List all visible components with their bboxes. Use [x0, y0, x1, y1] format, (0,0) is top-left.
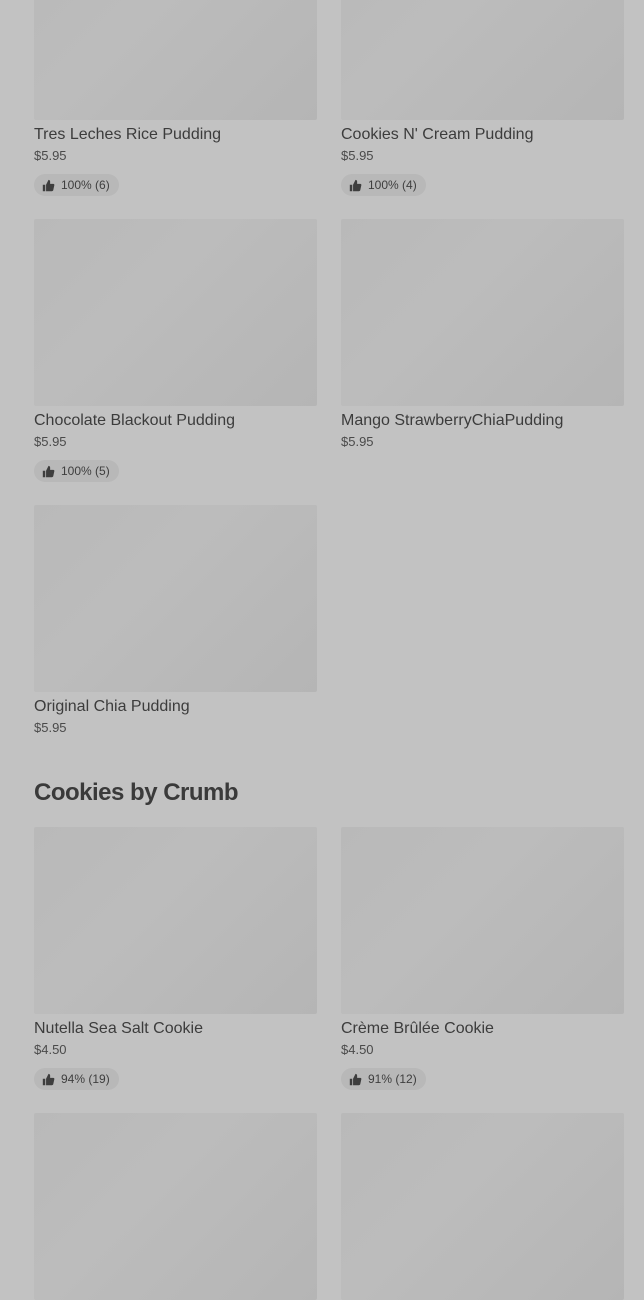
item-image [341, 219, 624, 406]
item-image [34, 827, 317, 1014]
rating-text: 100% (4) [368, 178, 417, 192]
item-image [341, 1113, 624, 1300]
item-image [34, 0, 317, 120]
item-price: $5.95 [34, 720, 67, 735]
menu-item-card[interactable]: Crème Brûlée Cookie $4.50 91% (12) [341, 827, 624, 1113]
menu-item-card[interactable] [34, 1113, 317, 1300]
pudding-grid: Tres Leches Rice Pudding $5.95 100% (6) … [34, 0, 624, 791]
rating-badge: 100% (6) [34, 174, 119, 196]
item-price: $5.95 [341, 434, 374, 449]
cookies-grid: Nutella Sea Salt Cookie $4.50 94% (19) C… [34, 827, 624, 1300]
item-name: Mango StrawberryChiaPudding [341, 412, 564, 429]
rating-badge: 91% (12) [341, 1068, 426, 1090]
item-price: $4.50 [341, 1042, 374, 1057]
item-name: Nutella Sea Salt Cookie [34, 1020, 203, 1037]
menu-item-card[interactable]: Chocolate Blackout Pudding $5.95 100% (5… [34, 219, 317, 505]
thumbs-up-icon [42, 179, 55, 192]
item-name: Crème Brûlée Cookie [341, 1020, 494, 1037]
menu-item-card[interactable] [341, 1113, 624, 1300]
thumbs-up-icon [42, 1073, 55, 1086]
item-price: $5.95 [341, 148, 374, 163]
menu-item-card[interactable]: Tres Leches Rice Pudding $5.95 100% (6) [34, 0, 317, 219]
item-image [341, 827, 624, 1014]
item-image [34, 219, 317, 406]
item-price: $5.95 [34, 434, 67, 449]
item-price: $5.95 [34, 148, 67, 163]
rating-badge: 94% (19) [34, 1068, 119, 1090]
section-title: Cookies by Crumb [34, 779, 239, 806]
thumbs-up-icon [349, 1073, 362, 1086]
item-name: Original Chia Pudding [34, 698, 190, 715]
menu-item-card[interactable]: Mango StrawberryChiaPudding $5.95 [341, 219, 624, 505]
item-image [34, 1113, 317, 1300]
item-image [341, 0, 624, 120]
thumbs-up-icon [42, 465, 55, 478]
menu-item-card[interactable]: Cookies N' Cream Pudding $5.95 100% (4) [341, 0, 624, 219]
item-name: Chocolate Blackout Pudding [34, 412, 236, 429]
menu-item-card[interactable]: Original Chia Pudding $5.95 [34, 505, 317, 791]
rating-text: 91% (12) [368, 1072, 417, 1086]
rating-text: 100% (6) [61, 178, 110, 192]
rating-badge: 100% (4) [341, 174, 426, 196]
item-price: $4.50 [34, 1042, 67, 1057]
item-name: Tres Leches Rice Pudding [34, 126, 222, 143]
rating-badge: 100% (5) [34, 460, 119, 482]
rating-text: 100% (5) [61, 464, 110, 478]
menu-item-card[interactable]: Nutella Sea Salt Cookie $4.50 94% (19) [34, 827, 317, 1113]
item-image [34, 505, 317, 692]
thumbs-up-icon [349, 179, 362, 192]
item-name: Cookies N' Cream Pudding [341, 126, 534, 143]
rating-text: 94% (19) [61, 1072, 110, 1086]
